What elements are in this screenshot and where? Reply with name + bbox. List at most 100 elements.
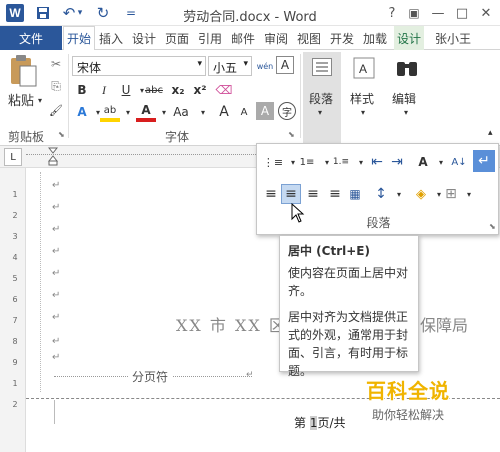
sort-icon[interactable]: A↓ bbox=[449, 152, 469, 172]
ruler-number: 5 bbox=[12, 274, 18, 283]
change-case-dropdown-icon[interactable]: ▾ bbox=[193, 102, 213, 122]
shading-icon[interactable]: ◈ bbox=[411, 184, 431, 204]
line-spacing-icon[interactable]: ↕ bbox=[371, 184, 391, 204]
tab-home[interactable]: 开始 bbox=[63, 26, 96, 51]
tooltip-line2: 居中对齐为文档提供正式的外观，通常用于封面、引言，有时用于标题。 bbox=[288, 310, 409, 378]
paragraph-group-button[interactable]: 段落 ▾ bbox=[303, 52, 341, 144]
subscript-button[interactable]: x₂ bbox=[168, 80, 188, 100]
paragraph-mark: ↵ bbox=[52, 290, 61, 301]
highlight-dropdown-icon[interactable]: ▾ bbox=[118, 102, 138, 122]
chinese-layout-icon[interactable]: A bbox=[413, 152, 433, 172]
chevron-down-icon: ▾ bbox=[197, 59, 202, 69]
clipboard-launcher-icon[interactable]: ⬊ bbox=[58, 130, 65, 139]
tab-review[interactable]: 审阅 bbox=[261, 26, 291, 50]
vertical-ruler[interactable]: 1 2 3 4 5 6 7 8 9 1 2 bbox=[0, 168, 26, 452]
paragraph-launcher-icon[interactable]: ⬊ bbox=[489, 222, 496, 231]
binoculars-icon[interactable] bbox=[394, 56, 420, 80]
align-right-icon[interactable]: ≡ bbox=[303, 184, 323, 204]
user-account[interactable]: 张小王 bbox=[432, 26, 474, 50]
bullets-icon[interactable]: ⋮≡ bbox=[261, 152, 285, 172]
decrease-indent-icon[interactable]: ⇤ bbox=[367, 152, 387, 172]
font-size-box[interactable]: 小五 ▾ bbox=[208, 56, 252, 76]
show-marks-icon[interactable]: ↵ bbox=[473, 150, 495, 172]
chinese-layout-dropdown-icon[interactable]: ▾ bbox=[431, 152, 451, 172]
tab-addins[interactable]: 加载 bbox=[360, 26, 390, 50]
tab-view[interactable]: 视图 bbox=[294, 26, 324, 50]
tab-references[interactable]: 引用 bbox=[195, 26, 225, 50]
group-divider bbox=[300, 54, 301, 138]
styles-button[interactable]: 样式 bbox=[350, 90, 374, 107]
italic-button[interactable]: I bbox=[94, 80, 114, 100]
ruler-number: 7 bbox=[12, 316, 18, 325]
paragraph-icon bbox=[312, 58, 332, 76]
align-center-icon[interactable]: ≡ bbox=[281, 184, 301, 204]
paragraph-mark: ↵ bbox=[52, 224, 61, 235]
enclose-characters-icon[interactable]: 字 bbox=[278, 102, 296, 120]
highlight-color-icon[interactable]: ab bbox=[100, 102, 120, 122]
help-button[interactable]: ? bbox=[382, 4, 402, 22]
tab-selector[interactable]: L bbox=[4, 148, 22, 166]
ruler-number: 1 bbox=[12, 190, 18, 199]
multilevel-list-icon[interactable]: 1.≡ bbox=[329, 152, 353, 172]
tab-file[interactable]: 文件 bbox=[0, 26, 62, 50]
font-group-label: 字体 bbox=[165, 130, 190, 144]
clear-formatting-icon[interactable]: ⌫ bbox=[214, 80, 234, 100]
format-painter-icon[interactable]: 🖌 bbox=[46, 100, 66, 120]
indent-marker-icon[interactable] bbox=[47, 147, 59, 167]
superscript-button[interactable]: x² bbox=[190, 80, 210, 100]
bold-button[interactable]: B bbox=[72, 80, 92, 100]
tab-layout[interactable]: 页面 bbox=[162, 26, 192, 50]
tab-mailings[interactable]: 邮件 bbox=[228, 26, 258, 50]
tab-design[interactable]: 设计 bbox=[129, 26, 159, 50]
increase-indent-icon[interactable]: ⇥ bbox=[387, 152, 407, 172]
tab-table-design[interactable]: 设计 bbox=[394, 26, 425, 50]
paste-button[interactable]: 粘贴 bbox=[8, 90, 34, 109]
font-launcher-icon[interactable]: ⬊ bbox=[288, 130, 295, 139]
copy-icon[interactable]: ⎘ bbox=[46, 76, 66, 96]
change-case-icon[interactable]: Aa bbox=[168, 102, 194, 122]
grow-font-icon[interactable]: A bbox=[214, 102, 234, 122]
font-color-icon[interactable]: A bbox=[136, 102, 156, 122]
paragraph-mark: ↵ bbox=[52, 352, 61, 363]
paragraph-mark: ↵ bbox=[52, 202, 61, 213]
ribbon-tab-bar: 文件 开始 插入 设计 页面 引用 邮件 审阅 视图 开发 加载 设计 张小王 bbox=[0, 26, 500, 51]
paste-dropdown-icon[interactable]: ▾ bbox=[38, 96, 42, 105]
character-shading-icon[interactable]: A bbox=[256, 102, 274, 120]
shrink-font-icon[interactable]: A bbox=[234, 102, 254, 122]
paragraph-mark: ↵ bbox=[246, 370, 254, 380]
ruler-number: 4 bbox=[12, 253, 18, 262]
align-left-icon[interactable]: ≡ bbox=[261, 184, 281, 204]
ribbon: 粘贴 ▾ ✂ ⎘ 🖌 剪贴板 ⬊ 宋体 ▾ 小五 ▾ wén A B I U ▾ a… bbox=[0, 50, 500, 146]
ruler-number: 9 bbox=[12, 358, 18, 367]
editing-button[interactable]: 编辑 bbox=[392, 90, 416, 107]
chevron-down-icon: ▾ bbox=[404, 108, 409, 117]
borders-dropdown-icon[interactable]: ▾ bbox=[459, 184, 479, 204]
ribbon-display-button[interactable]: ▣ bbox=[404, 4, 424, 22]
collapse-ribbon-icon[interactable]: ▴ bbox=[488, 128, 493, 138]
chevron-down-icon: ▾ bbox=[361, 108, 366, 117]
styles-icon[interactable]: A bbox=[350, 56, 380, 80]
distributed-icon[interactable]: ▦ bbox=[345, 184, 365, 204]
minimize-button[interactable]: — bbox=[428, 4, 448, 22]
paste-icon[interactable] bbox=[8, 54, 38, 90]
watermark-title: 百科全说 bbox=[366, 379, 450, 403]
tab-developer[interactable]: 开发 bbox=[327, 26, 357, 50]
paragraph-mark: ↵ bbox=[52, 180, 61, 191]
chevron-down-icon: ▾ bbox=[318, 108, 323, 117]
close-button[interactable]: ✕ bbox=[476, 4, 496, 22]
phonetic-guide-icon[interactable]: wén bbox=[255, 56, 275, 76]
borders-icon[interactable]: ⊞ bbox=[441, 184, 461, 204]
font-name-box[interactable]: 宋体 ▾ bbox=[72, 56, 206, 76]
character-border-icon[interactable]: A bbox=[276, 56, 294, 74]
strikethrough-button[interactable]: abc bbox=[144, 80, 164, 100]
cut-icon[interactable]: ✂ bbox=[46, 54, 66, 74]
ruler-number: 2 bbox=[12, 211, 18, 220]
maximize-button[interactable]: □ bbox=[452, 4, 472, 22]
justify-icon[interactable]: ≡ bbox=[325, 184, 345, 204]
window-title: 劳动合同.docx - Word bbox=[183, 10, 317, 25]
numbering-icon[interactable]: 1≡ bbox=[295, 152, 319, 172]
tab-insert[interactable]: 插入 bbox=[96, 26, 126, 50]
group-divider bbox=[68, 54, 69, 138]
line-spacing-dropdown-icon[interactable]: ▾ bbox=[389, 184, 409, 204]
document-heading-right: 保障局 bbox=[420, 316, 469, 335]
